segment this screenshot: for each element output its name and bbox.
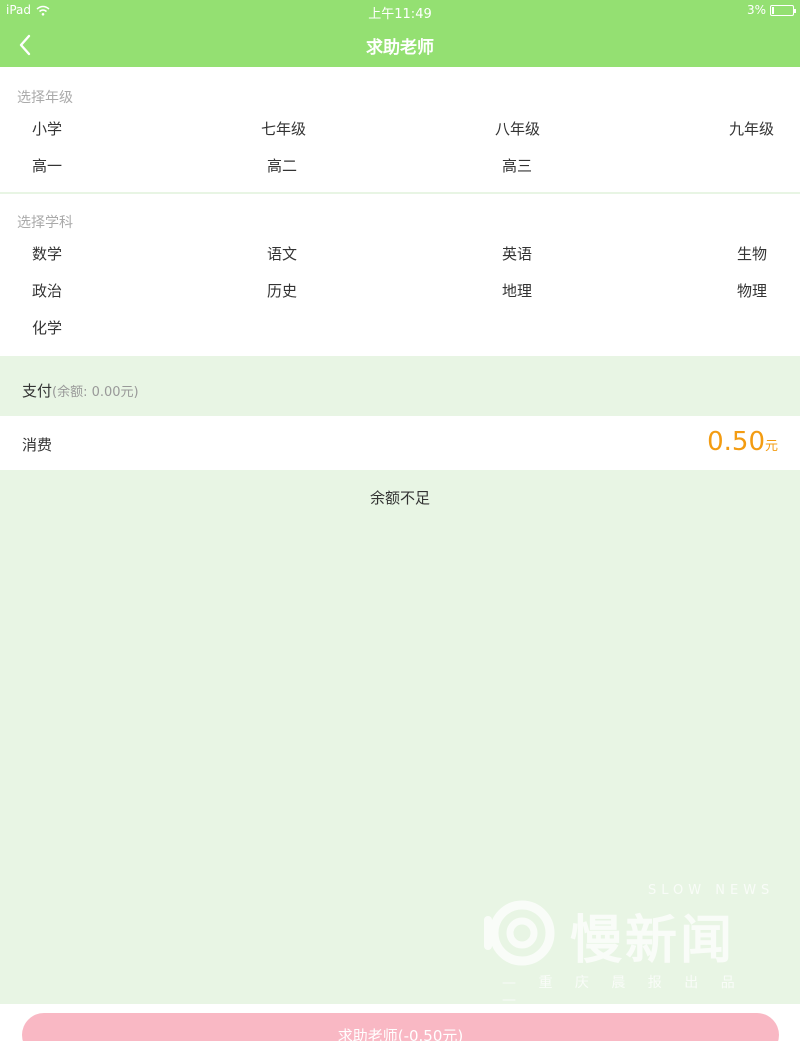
- navigation-bar: 求助老师: [0, 22, 800, 67]
- watermark-cn: 慢新闻: [570, 911, 736, 971]
- grade-option[interactable]: 小学: [32, 118, 62, 139]
- payment-header: 支付(余额: 0.00元): [0, 357, 800, 415]
- grade-option[interactable]: 高二: [267, 155, 297, 176]
- status-bar: iPad 上午11:49 3%: [0, 0, 800, 22]
- subject-option[interactable]: 化学: [32, 317, 62, 338]
- grade-option[interactable]: 八年级: [495, 118, 540, 139]
- subject-option[interactable]: 数学: [32, 243, 62, 264]
- grade-section-label: 选择年级: [17, 90, 73, 106]
- battery-icon: [770, 4, 796, 16]
- grade-option[interactable]: 九年级: [729, 118, 774, 139]
- amount-unit: 元: [764, 439, 778, 454]
- subject-option[interactable]: 地理: [502, 280, 532, 301]
- grade-option[interactable]: 高三: [502, 155, 532, 176]
- grade-option[interactable]: 七年级: [261, 118, 306, 139]
- status-time: 上午11:49: [368, 7, 432, 22]
- subject-option[interactable]: 生物: [737, 243, 767, 264]
- spend-label: 消费: [22, 436, 53, 454]
- payment-title-text: 支付: [22, 382, 53, 400]
- subject-section-label: 选择学科: [17, 215, 73, 231]
- spend-row: 消费 0.50元: [0, 416, 800, 470]
- amount-value: 0.50: [707, 427, 765, 457]
- subject-option[interactable]: 英语: [502, 243, 532, 264]
- subject-option[interactable]: 语文: [267, 243, 297, 264]
- watermark-en: SLOW NEWS: [648, 883, 775, 898]
- payment-title: 支付(余额: 0.00元): [22, 380, 139, 401]
- top-bar: iPad 上午11:49 3% 求助老师: [0, 0, 800, 67]
- subject-section: 选择学科 数学 语文 英语 生物 政治 历史 地理 物理 化学: [0, 194, 800, 356]
- subject-option[interactable]: 历史: [267, 280, 297, 301]
- battery-percent: 3%: [746, 3, 766, 17]
- watermark-sub: — 重 庆 晨 报 出 品 —: [502, 975, 744, 1008]
- watermark: SLOW NEWS 慢新闻 — 重 庆 晨 报 出 品 —: [480, 880, 780, 1008]
- balance-text: (余额: 0.00元): [52, 385, 139, 400]
- page-title: 求助老师: [366, 38, 434, 58]
- grade-option[interactable]: 高一: [32, 155, 62, 176]
- subject-option[interactable]: 物理: [737, 280, 767, 301]
- grade-section: 选择年级 小学 七年级 八年级 九年级 高一 高二 高三: [0, 67, 800, 192]
- slow-news-logo-icon: [484, 900, 555, 966]
- spend-amount: 0.50元: [707, 427, 778, 457]
- subject-option[interactable]: 政治: [32, 280, 62, 301]
- request-help-button[interactable]: 求助老师(-0.50元): [22, 1013, 779, 1041]
- insufficient-balance-notice: 余额不足: [369, 489, 430, 507]
